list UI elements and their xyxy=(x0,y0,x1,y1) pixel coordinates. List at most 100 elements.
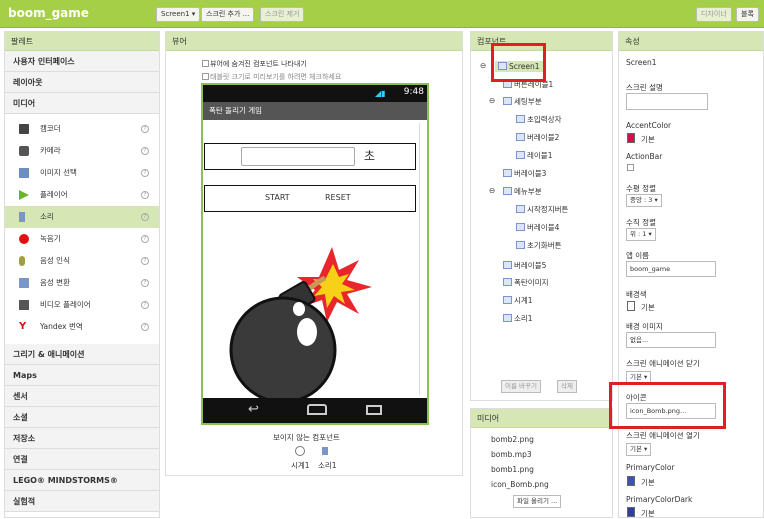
seconds-input[interactable] xyxy=(241,147,355,166)
category-storage[interactable]: 저장소 xyxy=(5,428,159,449)
category-sensors[interactable]: 센서 xyxy=(5,386,159,407)
collapse-icon[interactable]: ⊖ xyxy=(480,61,486,70)
palette-item-video-player[interactable]: 비디오 플레이어? xyxy=(5,294,159,316)
label-icon xyxy=(503,261,512,269)
category-connectivity[interactable]: 연결 xyxy=(5,449,159,470)
help-icon[interactable]: ? xyxy=(141,213,149,221)
help-icon[interactable]: ? xyxy=(141,235,149,243)
nonvisible-sound[interactable]: 소리1 xyxy=(318,460,337,471)
label-icon xyxy=(503,169,512,177)
help-icon[interactable]: ? xyxy=(141,279,149,287)
actionbar-checkbox[interactable] xyxy=(627,164,634,171)
blocks-button[interactable]: 블록 xyxy=(736,7,759,22)
align-v-select[interactable]: 위 : 1 ▾ xyxy=(626,228,656,241)
tree-item[interactable]: 세팅부분 xyxy=(503,96,542,107)
tablet-preview-checkbox[interactable]: 태블릿 크기로 미리보기를 하려면 체크하세요 xyxy=(202,72,341,82)
image-icon xyxy=(503,278,512,286)
arrangement-icon xyxy=(503,97,512,105)
media-file[interactable]: bomb2.png xyxy=(491,435,534,444)
help-icon[interactable]: ? xyxy=(141,169,149,177)
help-icon[interactable]: ? xyxy=(141,191,149,199)
bg-color-swatch[interactable] xyxy=(627,301,635,311)
recents-icon[interactable] xyxy=(366,405,382,415)
label-icon xyxy=(516,133,525,141)
category-maps[interactable]: Maps xyxy=(5,365,159,386)
designer-button[interactable]: 디자이너 xyxy=(696,7,732,22)
accent-color-swatch[interactable] xyxy=(627,133,635,143)
bg-color-label: 배경색 xyxy=(626,290,647,299)
nonvisible-title: 보이지 않는 컴포넌트 xyxy=(273,433,340,442)
tree-item[interactable]: 초기화버튼 xyxy=(516,240,562,251)
media-file[interactable]: bomb1.png xyxy=(491,465,534,474)
back-icon[interactable]: ↩ xyxy=(248,402,259,417)
label-icon xyxy=(516,151,525,159)
tree-item[interactable]: 폭탄이미지 xyxy=(503,277,549,288)
primary-dark-swatch[interactable] xyxy=(627,507,635,517)
palette-item-image-picker[interactable]: 이미지 선택? xyxy=(5,162,159,184)
tree-item[interactable]: 초입력상자 xyxy=(516,114,562,125)
home-icon[interactable] xyxy=(307,404,327,415)
screen-select[interactable]: Screen1 ▾ xyxy=(156,7,201,22)
hidden-components-checkbox[interactable]: 뷰어에 숨겨진 컴포넌트 나타내기 xyxy=(202,59,307,69)
palette-item-sound[interactable]: 소리? xyxy=(5,206,159,228)
palette-item-yandex[interactable]: Y Yandex 번역? xyxy=(5,316,159,338)
tree-item[interactable]: 버레이블3 xyxy=(503,168,546,179)
palette-item-camcorder[interactable]: 캠코더? xyxy=(5,118,159,140)
tree-item[interactable]: 버레이블4 xyxy=(516,222,559,233)
nonvisible-clock[interactable]: 시계1 xyxy=(291,460,310,471)
signal-icon: ◢▮ xyxy=(375,89,386,98)
menu-section: START RESET xyxy=(204,185,416,212)
tree-item[interactable]: 시계1 xyxy=(503,295,533,306)
help-icon[interactable]: ? xyxy=(141,257,149,265)
tree-item[interactable]: 시작정지버튼 xyxy=(516,204,568,215)
start-button[interactable]: START xyxy=(265,193,290,202)
remove-screen-button[interactable]: 스크린 제거 xyxy=(260,7,305,22)
open-anim-select[interactable]: 기본 ▾ xyxy=(626,443,652,456)
setting-section: 초 xyxy=(204,143,416,170)
primary-dark-value: 기본 xyxy=(641,509,655,518)
media-file[interactable]: bomb.mp3 xyxy=(491,450,532,459)
palette-item-camera[interactable]: 카메라? xyxy=(5,140,159,162)
help-icon[interactable]: ? xyxy=(141,147,149,155)
upload-button[interactable]: 파일 올리기 ... xyxy=(513,495,562,508)
tree-item[interactable]: 버레이블5 xyxy=(503,260,546,271)
actionbar-label: ActionBar xyxy=(626,152,663,161)
help-icon[interactable]: ? xyxy=(141,301,149,309)
tree-item[interactable]: 버레이블2 xyxy=(516,132,559,143)
delete-button[interactable]: 삭제 xyxy=(557,380,577,393)
align-h-select[interactable]: 중앙 : 3 ▾ xyxy=(626,194,662,207)
category-drawing-animation[interactable]: 그리기 & 애니메이션 xyxy=(5,344,159,365)
category-lego[interactable]: LEGO® MINDSTORMS® xyxy=(5,470,159,491)
about-input[interactable] xyxy=(626,93,708,110)
add-screen-button[interactable]: 스크린 추가 ... xyxy=(201,7,255,22)
primary-color-swatch[interactable] xyxy=(627,476,635,486)
app-name-input[interactable]: boom_game xyxy=(626,261,716,277)
category-user-interface[interactable]: 사용자 인터페이스 xyxy=(5,51,159,72)
help-icon[interactable]: ? xyxy=(141,323,149,331)
media-panel: 미디어 bomb2.png bomb.mp3 bomb1.png icon_Bo… xyxy=(470,408,613,518)
collapse-icon[interactable]: ⊖ xyxy=(489,96,495,105)
media-file[interactable]: icon_Bomb.png xyxy=(491,480,549,489)
align-v-label: 수직 정렬 xyxy=(626,218,656,227)
reset-button[interactable]: RESET xyxy=(325,193,351,202)
rename-button[interactable]: 이름 바꾸기 xyxy=(501,380,541,393)
seconds-label: 초 xyxy=(364,149,376,163)
tree-item[interactable]: 소리1 xyxy=(503,313,533,324)
help-icon[interactable]: ? xyxy=(141,125,149,133)
palette-item-recorder[interactable]: 녹음기? xyxy=(5,228,159,250)
top-toolbar: boom_game Screen1 ▾ 스크린 추가 ... 스크린 제거 디자… xyxy=(0,0,764,28)
tree-item[interactable]: 레이블1 xyxy=(516,150,552,161)
category-social[interactable]: 소셜 xyxy=(5,407,159,428)
palette-item-speech-recognizer[interactable]: 음성 인식? xyxy=(5,250,159,272)
tree-item[interactable]: 메뉴부분 xyxy=(503,186,542,197)
palette-item-text-to-speech[interactable]: 음성 변환? xyxy=(5,272,159,294)
scrollbar[interactable] xyxy=(419,123,427,395)
app-title: boom_game xyxy=(8,6,89,20)
category-experimental[interactable]: 실험적 xyxy=(5,491,159,512)
category-layout[interactable]: 레이아웃 xyxy=(5,72,159,93)
collapse-icon[interactable]: ⊖ xyxy=(489,186,495,195)
video-player-icon xyxy=(19,300,29,310)
bg-image-input[interactable]: 없음... xyxy=(626,332,716,348)
category-media[interactable]: 미디어 xyxy=(5,93,159,114)
palette-item-player[interactable]: 플레이어? xyxy=(5,184,159,206)
